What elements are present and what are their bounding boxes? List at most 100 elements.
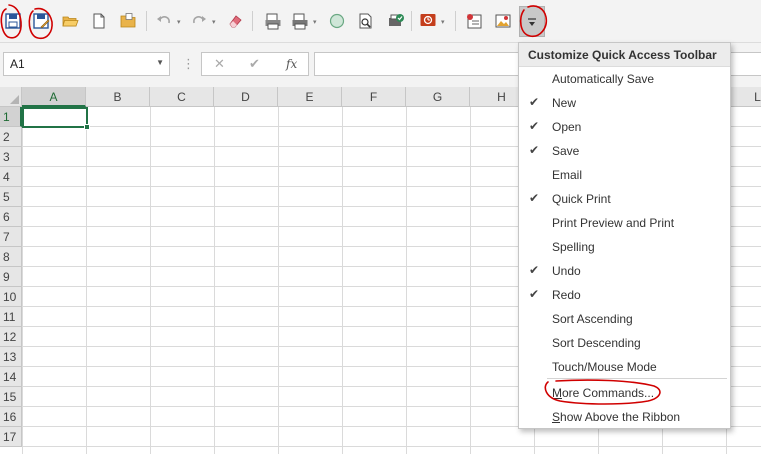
column-header-l[interactable]: L bbox=[726, 87, 761, 107]
toolbar-separator bbox=[252, 11, 253, 31]
formula-buttons: ✕ ✔ fx bbox=[201, 52, 309, 76]
redo-dropdown-icon[interactable]: ▾ bbox=[212, 18, 216, 26]
undo-dropdown-icon[interactable]: ▾ bbox=[177, 18, 181, 26]
menu-item-print-preview-and-print[interactable]: Print Preview and Print bbox=[519, 211, 730, 235]
insert-function-icon[interactable]: fx bbox=[286, 57, 297, 71]
menu-item-automatically-save[interactable]: Automatically Save bbox=[519, 67, 730, 91]
menu-item-open[interactable]: ✔ Open bbox=[519, 115, 730, 139]
select-all-button[interactable] bbox=[0, 87, 22, 107]
undo-icon[interactable] bbox=[153, 9, 175, 33]
cancel-icon[interactable]: ✕ bbox=[214, 56, 225, 72]
row-header-13[interactable]: 13 bbox=[0, 347, 22, 367]
form-icon[interactable] bbox=[463, 9, 485, 33]
save-as-icon[interactable] bbox=[30, 9, 52, 33]
checkmark-icon: ✔ bbox=[529, 263, 540, 277]
menu-item-label: Redo bbox=[552, 288, 581, 302]
menu-item-label: Save bbox=[552, 144, 580, 158]
menu-item-label: New bbox=[552, 96, 577, 110]
fill-handle[interactable] bbox=[84, 124, 90, 130]
row-header-1[interactable]: 1 bbox=[0, 107, 22, 127]
enter-icon[interactable]: ✔ bbox=[249, 56, 260, 72]
menu-item-label: Show Above the Ribbon bbox=[552, 410, 681, 424]
checkmark-icon: ✔ bbox=[529, 191, 540, 205]
menu-item-sort-descending[interactable]: Sort Descending bbox=[519, 331, 730, 355]
checkmark-icon: ✔ bbox=[529, 143, 540, 157]
formula-bar-resize-handle[interactable]: ⋮ bbox=[182, 56, 195, 72]
print-dropdown-icon[interactable]: ▾ bbox=[313, 18, 317, 26]
row-header-2[interactable]: 2 bbox=[0, 127, 22, 147]
row-header-3[interactable]: 3 bbox=[0, 147, 22, 167]
eraser-icon[interactable] bbox=[224, 9, 246, 33]
row-header-15[interactable]: 15 bbox=[0, 387, 22, 407]
row-header-16[interactable]: 16 bbox=[0, 407, 22, 427]
quick-access-toolbar: ▾ ▾ ▾ ▾ bbox=[0, 0, 761, 43]
name-box-dropdown-icon[interactable]: ▼ bbox=[156, 58, 164, 67]
menu-item-sort-ascending[interactable]: Sort Ascending bbox=[519, 307, 730, 331]
row-header-6[interactable]: 6 bbox=[0, 207, 22, 227]
checkmark-icon: ✔ bbox=[529, 119, 540, 133]
checkmark-icon: ✔ bbox=[529, 287, 540, 301]
menu-item-label: Open bbox=[552, 120, 582, 134]
menu-item-more-commands[interactable]: More Commands... bbox=[519, 381, 730, 405]
row-header-9[interactable]: 9 bbox=[0, 267, 22, 287]
menu-item-save[interactable]: ✔ Save bbox=[519, 139, 730, 163]
menu-item-spelling[interactable]: Spelling bbox=[519, 235, 730, 259]
row-header-10[interactable]: 10 bbox=[0, 287, 22, 307]
column-header-c[interactable]: C bbox=[150, 87, 214, 107]
customize-toolbar-button[interactable] bbox=[519, 6, 545, 37]
print-preview-icon[interactable] bbox=[262, 9, 284, 33]
column-header-f[interactable]: F bbox=[342, 87, 406, 107]
row-header-12[interactable]: 12 bbox=[0, 327, 22, 347]
row-header-5[interactable]: 5 bbox=[0, 187, 22, 207]
menu-item-label: Quick Print bbox=[552, 192, 611, 206]
row-header-8[interactable]: 8 bbox=[0, 247, 22, 267]
publish-icon[interactable] bbox=[385, 9, 407, 33]
redo-icon[interactable] bbox=[188, 9, 210, 33]
save-icon[interactable] bbox=[2, 9, 24, 33]
column-header-d[interactable]: D bbox=[214, 87, 278, 107]
menu-item-label: Touch/Mouse Mode bbox=[552, 360, 657, 374]
menu-item-quick-print[interactable]: ✔ Quick Print bbox=[519, 187, 730, 211]
toolbar-separator bbox=[411, 11, 412, 31]
print-preview-magnifier-icon[interactable] bbox=[355, 9, 377, 33]
presentation-dropdown-icon[interactable]: ▾ bbox=[441, 18, 445, 26]
image-icon[interactable] bbox=[492, 9, 514, 33]
circle-icon[interactable] bbox=[326, 9, 348, 33]
new-icon[interactable] bbox=[88, 9, 110, 33]
quick-print-icon[interactable] bbox=[289, 9, 311, 33]
column-header-a[interactable]: A bbox=[22, 87, 86, 107]
folder-icon[interactable] bbox=[117, 9, 139, 33]
presentation-icon[interactable] bbox=[417, 9, 439, 33]
toolbar-separator bbox=[146, 11, 147, 31]
menu-item-email[interactable]: Email bbox=[519, 163, 730, 187]
menu-item-new[interactable]: ✔ New bbox=[519, 91, 730, 115]
customize-toolbar-icon bbox=[528, 17, 536, 26]
column-header-b[interactable]: B bbox=[86, 87, 150, 107]
menu-item-redo[interactable]: ✔ Redo bbox=[519, 283, 730, 307]
column-header-g[interactable]: G bbox=[406, 87, 470, 107]
row-header-4[interactable]: 4 bbox=[0, 167, 22, 187]
menu-item-label: Undo bbox=[552, 264, 581, 278]
menu-title: Customize Quick Access Toolbar bbox=[519, 43, 730, 67]
name-box[interactable]: A1 ▼ bbox=[3, 52, 170, 76]
menu-item-label: More Commands... bbox=[552, 386, 655, 400]
menu-item-label: Spelling bbox=[552, 240, 595, 254]
menu-item-undo[interactable]: ✔ Undo bbox=[519, 259, 730, 283]
checkmark-icon: ✔ bbox=[529, 95, 540, 109]
row-header-14[interactable]: 14 bbox=[0, 367, 22, 387]
open-icon[interactable] bbox=[59, 9, 81, 33]
active-cell[interactable] bbox=[22, 107, 88, 128]
customize-qat-menu: Customize Quick Access Toolbar Automatic… bbox=[518, 42, 731, 429]
row-header-11[interactable]: 11 bbox=[0, 307, 22, 327]
menu-item-label: Automatically Save bbox=[552, 72, 655, 86]
menu-item-touch-mouse-mode[interactable]: Touch/Mouse Mode bbox=[519, 355, 730, 379]
menu-item-label: Print Preview and Print bbox=[552, 216, 675, 230]
column-header-e[interactable]: E bbox=[278, 87, 342, 107]
menu-item-label: Sort Descending bbox=[552, 336, 641, 350]
row-header-7[interactable]: 7 bbox=[0, 227, 22, 247]
row-header-17[interactable]: 17 bbox=[0, 427, 22, 447]
menu-separator bbox=[547, 378, 727, 379]
menu-item-show-above-ribbon[interactable]: Show Above the Ribbon bbox=[519, 405, 730, 429]
name-box-value: A1 bbox=[10, 57, 25, 71]
toolbar-separator bbox=[455, 11, 456, 31]
